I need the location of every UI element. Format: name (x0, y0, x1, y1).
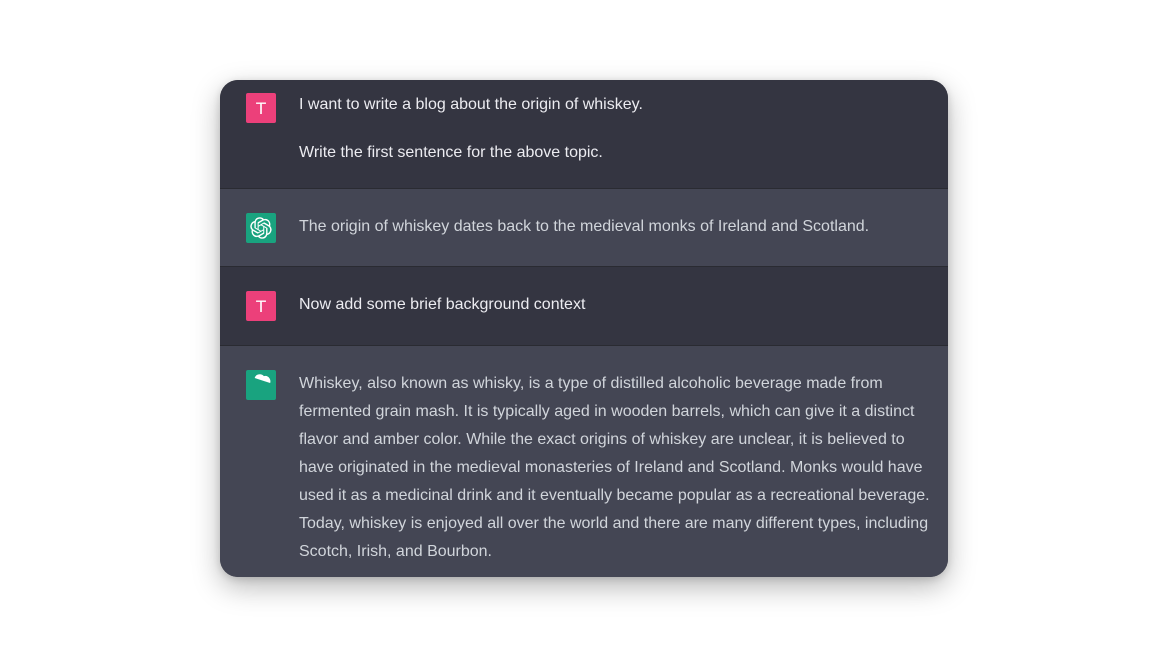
message-paragraph: Write the first sentence for the above t… (299, 144, 603, 161)
message-paragraph: Now add some brief background context (299, 296, 586, 313)
message-content: I want to write a blog about the origin … (299, 91, 938, 167)
user-avatar: T (246, 93, 276, 123)
openai-logo-icon (250, 217, 272, 239)
assistant-message: Whiskey, also known as whisky, is a type… (220, 346, 948, 577)
user-avatar-letter: T (256, 98, 266, 118)
user-avatar: T (246, 291, 276, 321)
message-paragraph: Whiskey, also known as whisky, is a type… (299, 375, 930, 560)
user-avatar-letter: T (256, 296, 266, 316)
assistant-avatar (246, 370, 276, 400)
message-paragraph: The origin of whiskey dates back to the … (299, 218, 870, 235)
message-content: Whiskey, also known as whisky, is a type… (299, 370, 938, 566)
message-content: Now add some brief background context (299, 291, 938, 319)
message-paragraph: I want to write a blog about the origin … (299, 96, 643, 113)
assistant-avatar (246, 213, 276, 243)
chat-card: T I want to write a blog about the origi… (220, 80, 948, 577)
assistant-message: The origin of whiskey dates back to the … (220, 189, 948, 267)
openai-logo-icon (254, 374, 271, 384)
message-content: The origin of whiskey dates back to the … (299, 213, 938, 241)
user-message: T Now add some brief background context (220, 267, 948, 346)
user-message: T I want to write a blog about the origi… (220, 80, 948, 189)
